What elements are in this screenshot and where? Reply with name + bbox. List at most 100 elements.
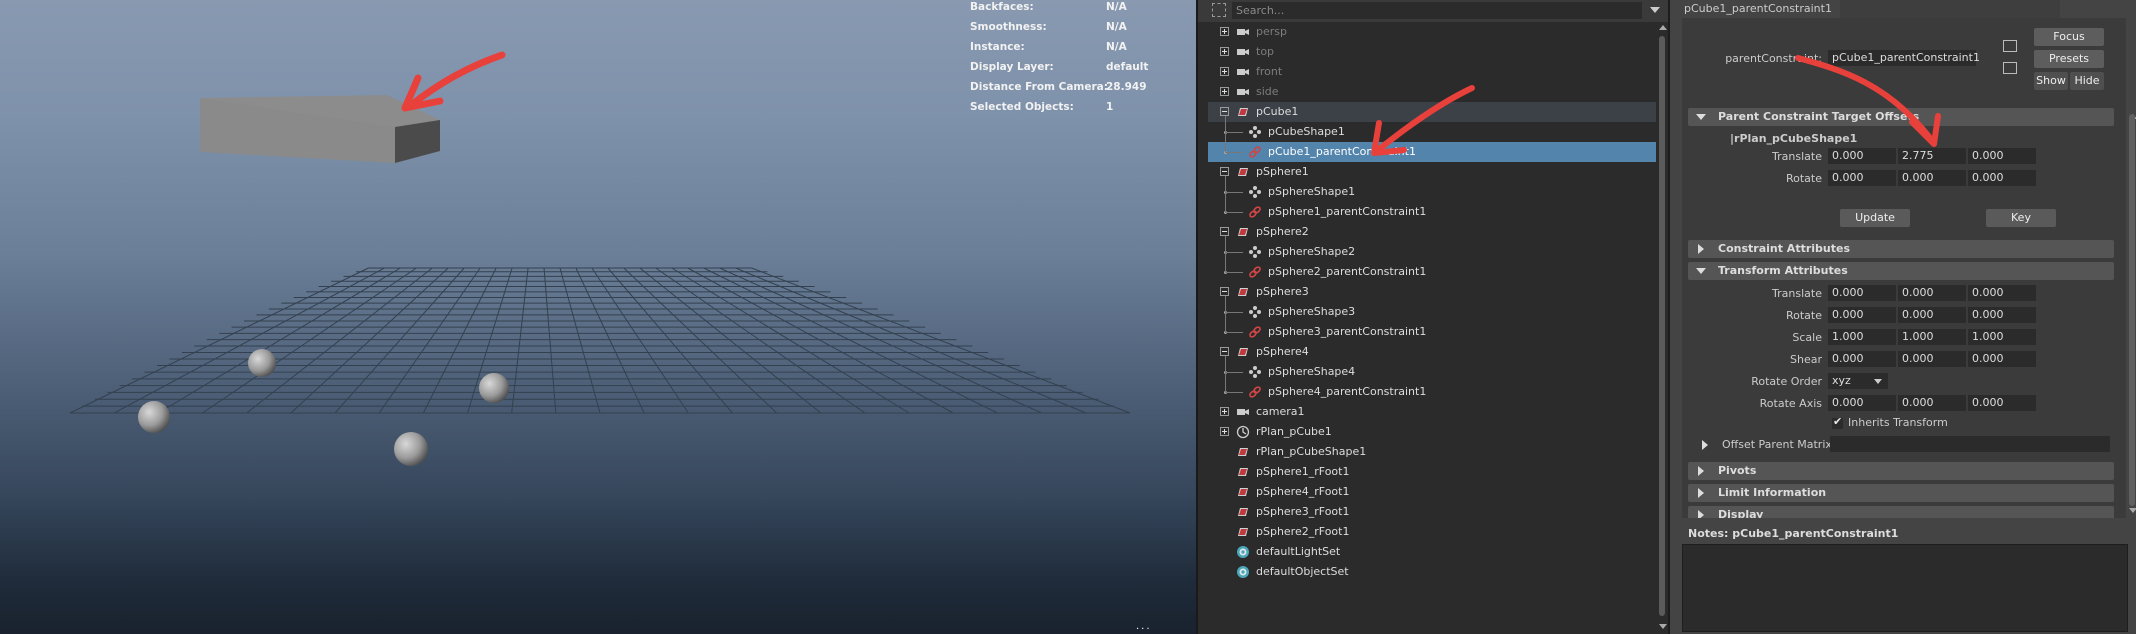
scale-y-field[interactable]: 1.000 [1898, 329, 1966, 345]
notes-header: Notes: pCube1_parentConstraint1 [1682, 524, 2126, 544]
rotate-x-field[interactable]: 0.000 [1828, 307, 1896, 323]
rotate-z-field[interactable]: 0.000 [1968, 307, 2036, 323]
hud-label: Instance: [970, 41, 1025, 53]
grid-line [703, 267, 998, 414]
sphere-mesh-3[interactable] [138, 401, 170, 433]
section-limit-information[interactable]: Limit Information [1688, 484, 2114, 502]
shear-x-field[interactable]: 0.000 [1828, 351, 1896, 367]
grid-line [607, 267, 733, 414]
section-title: Constraint Attributes [1718, 242, 1850, 255]
hud-label: Backfaces: [970, 1, 1034, 13]
ground-grid [69, 267, 1131, 414]
grid-line [290, 267, 449, 414]
grid-line [623, 267, 778, 414]
sphere-mesh-4[interactable] [394, 432, 428, 466]
grid-line [719, 267, 1042, 414]
shear-label: Shear [1790, 353, 1822, 366]
grid-line [639, 267, 822, 414]
clipped-section-container: Display [1682, 506, 2126, 518]
section-transform-attributes[interactable]: Transform Attributes [1688, 262, 2114, 280]
grid-line [751, 267, 1131, 414]
grid-line [69, 267, 369, 414]
scroll-down-arrow-icon[interactable] [2129, 508, 2136, 513]
inherits-transform-checkbox[interactable] [1832, 415, 1843, 429]
hud-label: Smoothness: [970, 21, 1047, 33]
expand-triangle-icon [1698, 510, 1704, 518]
section-title: Pivots [1718, 464, 1757, 477]
ae-scroll-thumb[interactable] [2129, 114, 2135, 506]
rotate-order-dropdown[interactable]: xyz [1828, 373, 1888, 389]
expand-triangle-icon [1698, 244, 1704, 254]
grid-line [158, 267, 401, 414]
ae-node-tab[interactable]: pCube1_parentConstraint1 [1684, 0, 1832, 18]
annotation-arrow-ae [1795, 55, 1941, 147]
hud-value: N/A [1106, 41, 1127, 53]
shear-z-field[interactable]: 0.000 [1968, 351, 2036, 367]
grid-line [113, 267, 385, 414]
ae-tab-strip [1840, 0, 2060, 18]
grid-line [511, 267, 529, 414]
section-constraint-attributes[interactable]: Constraint Attributes [1688, 240, 2114, 258]
sphere-mesh-1[interactable] [248, 349, 276, 377]
sphere-mesh-2[interactable] [479, 373, 509, 403]
offset-parent-matrix-label: Offset Parent Matrix [1722, 438, 1832, 451]
grid-line [575, 267, 645, 414]
annotation-arrow-viewport [401, 51, 506, 112]
rotate-order-label: Rotate Order [1751, 375, 1822, 388]
hud-label: Display Layer: [970, 61, 1054, 73]
rotate-axis-z-field[interactable]: 0.000 [1968, 395, 2036, 411]
section-title: Display [1718, 508, 1764, 518]
notes-textarea[interactable] [1682, 544, 2128, 632]
translate-z-field[interactable]: 0.000 [1968, 285, 2036, 301]
section-pivots[interactable]: Pivots [1688, 462, 2114, 480]
scroll-down-arrow-icon[interactable] [1659, 624, 1667, 629]
shear-y-field[interactable]: 0.000 [1898, 351, 1966, 367]
inherits-transform-label: Inherits Transform [1848, 416, 1948, 429]
hud-value: 1 [1106, 101, 1114, 113]
outliner-panel: persptopfrontsidepCube1pCubeShape1pCube1… [1196, 0, 1670, 634]
grid-line [334, 267, 465, 414]
viewport-scene[interactable] [0, 0, 1196, 634]
section-title: Limit Information [1718, 486, 1827, 499]
hud-value: N/A [1106, 21, 1127, 33]
rotate-axis-label: Rotate Axis [1759, 397, 1822, 410]
grid-line [246, 267, 433, 414]
grid-line [202, 267, 417, 414]
offset-parent-matrix-field[interactable] [1830, 436, 2110, 452]
outliner-scrollbar[interactable] [1656, 22, 1668, 632]
scale-x-field[interactable]: 1.000 [1828, 329, 1896, 345]
rotate-order-value: xyz [1832, 374, 1851, 387]
cube-side-face [395, 120, 440, 163]
collapse-triangle-icon [1696, 268, 1706, 274]
section-display[interactable]: Display [1688, 506, 2114, 518]
grid-line [671, 267, 910, 414]
ae-scrollbar[interactable] [2126, 18, 2136, 518]
annotation-arrow-outliner [1371, 85, 1475, 156]
hud-value: 28.949 [1106, 81, 1147, 93]
viewport-bottom-glyph: ··· [1136, 624, 1152, 634]
grid-line [378, 267, 481, 414]
chevron-down-icon [1874, 379, 1882, 384]
scroll-up-arrow-icon[interactable] [1659, 25, 1667, 30]
grid-line [735, 267, 1087, 414]
attribute-editor: pCube1_parentConstraint1 parentConstrain… [1668, 0, 2136, 634]
translate-x-field[interactable]: 0.000 [1828, 285, 1896, 301]
hud-label: Selected Objects: [970, 101, 1074, 113]
section-title: Transform Attributes [1718, 264, 1848, 277]
translate-y-field[interactable]: 0.000 [1898, 285, 1966, 301]
viewport-3d[interactable]: Backfaces: N/A Smoothness: N/A Instance: N/A D… [0, 0, 1196, 634]
outliner-scroll-thumb[interactable] [1659, 36, 1665, 616]
scale-z-field[interactable]: 1.000 [1968, 329, 2036, 345]
expand-triangle-icon[interactable] [1702, 440, 1708, 450]
grid-line [559, 267, 601, 414]
grid-line [591, 267, 689, 414]
grid-line [543, 267, 557, 414]
rotate-axis-y-field[interactable]: 0.000 [1898, 395, 1966, 411]
hud-value: default [1106, 61, 1149, 73]
rotate-y-field[interactable]: 0.000 [1898, 307, 1966, 323]
scale-label: Scale [1792, 331, 1822, 344]
grid-line [687, 267, 954, 414]
grid-line [655, 267, 866, 414]
rotate-axis-x-field[interactable]: 0.000 [1828, 395, 1896, 411]
translate-label: Translate [1772, 287, 1822, 300]
